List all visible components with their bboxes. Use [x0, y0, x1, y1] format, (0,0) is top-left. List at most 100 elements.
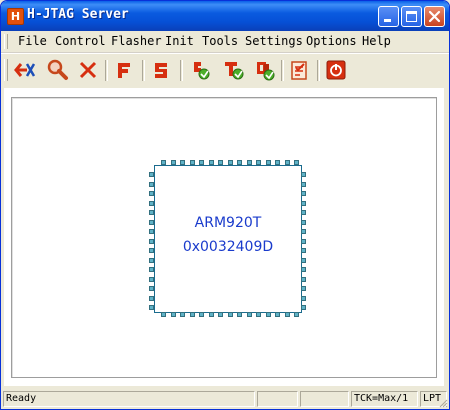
close-button[interactable] [424, 6, 445, 27]
chip-pin [149, 181, 154, 187]
menu-flasher[interactable]: Flasher [111, 34, 162, 48]
menu-grip [4, 34, 8, 49]
toolbar-separator [142, 60, 145, 81]
chip-pin [161, 160, 166, 165]
chip-pin [301, 267, 306, 272]
chip-pin [301, 172, 306, 177]
chip-pin [246, 312, 252, 317]
chip-pin [256, 312, 261, 317]
chip-pin [170, 160, 176, 165]
chip-pin [208, 312, 214, 317]
stop-button[interactable] [76, 58, 100, 82]
menu-settings[interactable]: Settings [245, 34, 303, 48]
chip-id-label: 0x0032409D [182, 239, 274, 255]
chip-pin [301, 305, 306, 310]
chip-pin [301, 200, 306, 206]
chip-pin [284, 312, 290, 317]
maximize-icon [406, 11, 417, 22]
chip-pin [294, 160, 299, 165]
chip-pin [149, 305, 154, 310]
app-icon[interactable]: H [7, 8, 24, 25]
chip-pin [199, 160, 204, 165]
chip-pin [149, 191, 154, 196]
menu-init[interactable]: Init [165, 34, 194, 48]
chip-pin [301, 248, 306, 253]
menu-help[interactable]: Help [362, 34, 391, 48]
chip-pin [180, 312, 185, 317]
script-icon [155, 63, 167, 78]
chip-pin [149, 276, 154, 282]
chip-pin [199, 312, 204, 317]
stop-icon [79, 61, 97, 79]
chip-pin [301, 286, 306, 291]
chip-pin [237, 312, 242, 317]
toolbar-separator [317, 60, 320, 81]
chip-pin [149, 238, 154, 244]
toolbar-separator [180, 60, 183, 81]
toolbar-separator [105, 60, 108, 81]
chip-pin [189, 312, 195, 317]
chip-pin [301, 238, 306, 244]
chip-pin [149, 210, 154, 215]
menu-control[interactable]: Control [55, 34, 106, 48]
menu-file[interactable]: File [18, 34, 47, 48]
chip-pin [301, 191, 306, 196]
app-window: H H-JTAG Server File Control Flasher Ini… [0, 0, 450, 410]
chip-pin [301, 181, 306, 187]
toolbar-grip [4, 59, 8, 81]
chip-pin [301, 257, 306, 263]
chip-core-label: ARM920T [194, 215, 262, 231]
settings-button[interactable] [253, 58, 277, 82]
status-pane-empty [257, 391, 298, 407]
menu-tools[interactable]: Tools [202, 34, 238, 48]
resize-grip-icon[interactable] [438, 398, 448, 408]
chip-pin [189, 160, 195, 165]
detect-target-icon [14, 63, 36, 77]
options-button[interactable] [287, 58, 311, 82]
status-bar: Ready TCK=Max/1 LPT [1, 390, 449, 409]
chip-pin [275, 160, 280, 165]
chip-pin [256, 160, 261, 165]
chip-pin [149, 229, 154, 234]
chip-pin [170, 312, 176, 317]
chip-pin [227, 160, 233, 165]
chip-pin [301, 276, 306, 282]
chip-pin [149, 286, 154, 291]
chip-pin [275, 312, 280, 317]
search-button[interactable] [45, 58, 69, 82]
menu-bar: File Control Flasher Init Tools Settings… [1, 31, 449, 53]
detect-target-button[interactable] [13, 58, 37, 82]
toolbar-separator [281, 60, 284, 81]
chip-pin [180, 160, 185, 165]
chip-pin [301, 219, 306, 225]
maximize-button[interactable] [401, 6, 422, 27]
chip-pin [149, 200, 154, 206]
status-pane-empty [300, 391, 349, 407]
init-icon [194, 62, 210, 80]
chip-pin [265, 160, 271, 165]
init-button[interactable] [189, 58, 213, 82]
close-icon [428, 10, 441, 23]
title-bar[interactable]: H H-JTAG Server [1, 1, 449, 31]
minimize-icon [384, 19, 391, 22]
chip-pin [161, 312, 166, 317]
script-button[interactable] [149, 58, 173, 82]
chip-pin [218, 312, 223, 317]
menu-options[interactable]: Options [306, 34, 357, 48]
status-tck: TCK=Max/1 [351, 391, 418, 407]
chip-pin [301, 229, 306, 234]
status-text: Ready [3, 391, 255, 407]
chip-pin [227, 312, 233, 317]
chip-pin [284, 160, 290, 165]
power-button[interactable] [324, 58, 348, 82]
window-title: H-JTAG Server [27, 7, 129, 22]
flasher-button[interactable] [112, 58, 136, 82]
chip-pin [218, 160, 223, 165]
minimize-button[interactable] [378, 6, 399, 27]
tools-button[interactable] [222, 58, 246, 82]
target-chip: ARM920T 0x0032409D [149, 160, 306, 317]
chip-pin [149, 267, 154, 272]
chip-pin [265, 312, 271, 317]
chip-pin [149, 219, 154, 225]
tools-icon [225, 62, 244, 80]
